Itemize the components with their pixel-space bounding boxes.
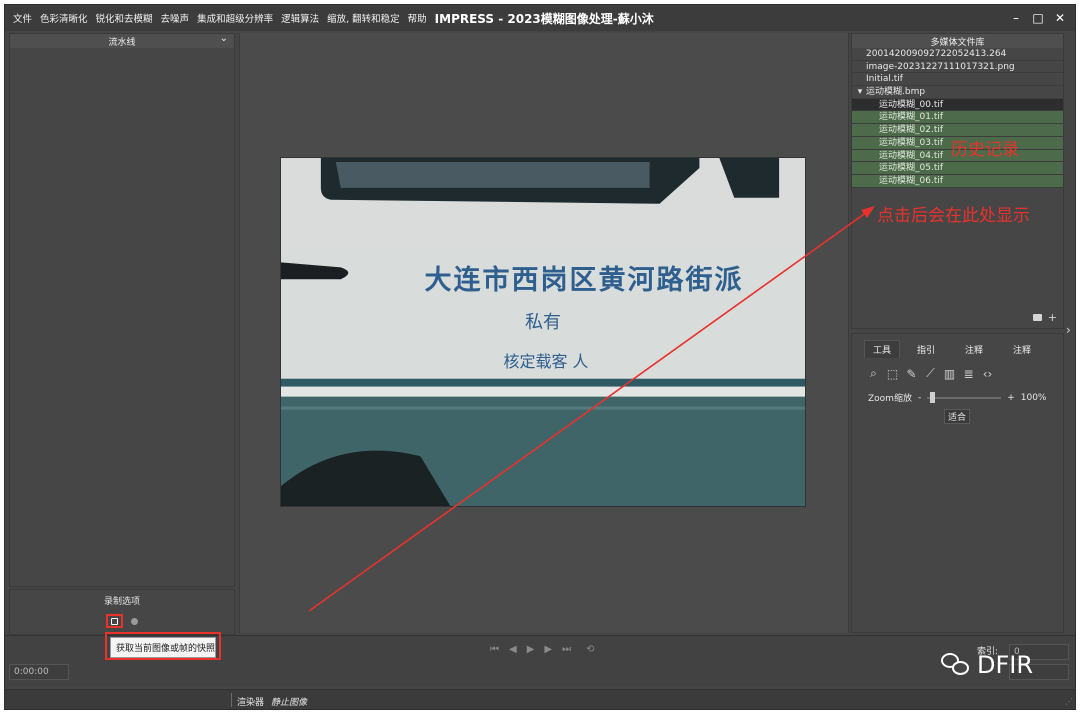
tool-icons: ⌕ ⬚ ✎ ⟋ ▥ ≣ ‹›	[866, 366, 1063, 381]
file-item[interactable]: 200142009092722052413.264	[852, 48, 1063, 61]
tab-annotation-2[interactable]: 注释	[1000, 340, 1044, 358]
folder-label: 运动模糊.bmp	[866, 87, 926, 98]
folder-icon[interactable]	[1032, 314, 1042, 321]
tool-tabs: 工具 指引 注释 注释	[864, 340, 1063, 358]
media-library-panel: 多媒体文件库 200142009092722052413.264 image-2…	[851, 33, 1064, 329]
crop-icon[interactable]: ⬚	[885, 366, 900, 381]
file-item[interactable]: Initial.tif	[852, 73, 1063, 87]
menu-scale[interactable]: 缩放, 翻转和稳定	[327, 11, 400, 25]
time-display: 0:00:00	[9, 664, 69, 680]
history-item[interactable]: 运动模糊_06.tif	[852, 174, 1063, 188]
renderer-label: 渲染器	[237, 698, 265, 708]
tab-tools[interactable]: 工具	[864, 340, 900, 358]
photo-text-line3: 核定载客 人	[503, 352, 589, 371]
menu-sharpen[interactable]: 锐化和去模糊	[96, 11, 153, 25]
tooltip-highlight: 获取当前图像或帧的快照	[105, 632, 221, 660]
fit-button[interactable]: 适合	[944, 409, 970, 424]
app-window: 文件 色彩清晰化 锐化和去模糊 去噪声 集成和超级分辨率 逻辑算法 缩放, 翻转…	[4, 4, 1076, 710]
tab-guides[interactable]: 指引	[904, 340, 948, 358]
ruler-icon[interactable]: ⟋	[923, 366, 938, 381]
window-title: IMPRESS - 2023模糊图像处理-蘇小沐	[434, 11, 654, 26]
pipeline-title: 流水线	[108, 37, 136, 48]
click-show-annotation: 点击后会在此处显示	[877, 206, 1030, 226]
step-forward-icon[interactable]: ▶	[544, 644, 552, 655]
list-icon[interactable]: ≣	[961, 366, 976, 381]
playback-controls: ⏮ ◀ ▶ ▶ ⏭ ⟲	[485, 644, 600, 655]
vehicle-door-photo: 大连市西岗区黄河路街派 私有 核定载客 人	[280, 157, 806, 507]
zoom-slider-track	[927, 396, 1002, 399]
history-item[interactable]: 运动模糊_01.tif	[852, 111, 1063, 125]
record-dot-icon[interactable]	[131, 618, 138, 625]
tab-annotation[interactable]: 注释	[952, 340, 996, 358]
history-item[interactable]: 运动模糊_05.tif	[852, 162, 1063, 175]
zoom-minus[interactable]: -	[918, 393, 921, 403]
media-library-title: 多媒体文件库	[852, 34, 1063, 48]
menu-denoise[interactable]: 去噪声	[161, 11, 190, 25]
menu-color[interactable]: 色彩清晰化	[40, 11, 88, 25]
chevron-down-icon[interactable]: ⌄	[220, 33, 228, 44]
minimize-button[interactable]: –	[1005, 9, 1027, 27]
loop-icon[interactable]: ⟲	[586, 644, 594, 655]
wechat-icon	[941, 653, 971, 677]
photo-text-line2: 私有	[525, 312, 561, 333]
watermark-text: DFIR	[977, 651, 1034, 679]
menu-logic[interactable]: 逻辑算法	[281, 11, 319, 25]
status-bar: 渲染器 静止图像 ⋰	[5, 689, 1075, 709]
history-annotation: 历史记录	[951, 140, 1019, 160]
skip-start-icon[interactable]: ⏮	[490, 644, 499, 655]
divider	[231, 693, 232, 707]
chevron-right-icon[interactable]: ›	[1066, 323, 1071, 337]
pipeline-header[interactable]: 流水线 ⌄	[10, 33, 234, 48]
zoom-plus[interactable]: +	[1007, 393, 1015, 403]
expand-arrow-icon[interactable]: ▾	[854, 86, 866, 99]
add-icon[interactable]: +	[1048, 311, 1057, 324]
histogram-icon[interactable]: ▥	[942, 366, 957, 381]
zoom-slider[interactable]	[927, 391, 1002, 403]
snapshot-tooltip: 获取当前图像或帧的快照	[110, 637, 216, 658]
skip-end-icon[interactable]: ⏭	[562, 644, 571, 655]
play-icon[interactable]: ▶	[527, 644, 535, 655]
zoom-value: 100%	[1020, 392, 1047, 403]
recording-panel: 录制选项	[9, 589, 235, 635]
recording-title: 录制选项	[103, 597, 140, 607]
camera-icon	[111, 617, 118, 625]
history-item-selected[interactable]: 运动模糊_00.tif	[852, 98, 1063, 112]
code-icon[interactable]: ‹›	[980, 366, 995, 381]
zoom-row: Zoom缩放 - + 100%	[868, 391, 1063, 404]
eyedropper-icon[interactable]: ✎	[904, 366, 919, 381]
zoom-label: Zoom缩放	[868, 394, 912, 404]
maximize-button[interactable]: □	[1027, 9, 1049, 27]
menu-help[interactable]: 帮助	[408, 11, 427, 25]
close-button[interactable]: ✕	[1049, 9, 1071, 27]
menu-superres[interactable]: 集成和超级分辨率	[197, 11, 273, 25]
folder-item[interactable]: ▾ 运动模糊.bmp	[852, 86, 1063, 99]
pipeline-panel: 流水线 ⌄	[9, 33, 235, 587]
snapshot-button[interactable]	[106, 614, 123, 628]
watermark: DFIR	[941, 651, 1033, 679]
media-footer: +	[1032, 311, 1057, 324]
renderer-state: 静止图像	[271, 698, 308, 708]
step-back-icon[interactable]: ◀	[509, 644, 517, 655]
zoom-slider-thumb[interactable]	[930, 391, 936, 403]
menu-file[interactable]: 文件	[13, 11, 32, 25]
file-item[interactable]: image-20231227111017321.png	[852, 61, 1063, 74]
zoom-icon[interactable]: ⌕	[866, 366, 881, 381]
menu-bar: 文件 色彩清晰化 锐化和去模糊 去噪声 集成和超级分辨率 逻辑算法 缩放, 翻转…	[5, 5, 1075, 31]
resize-grip-icon[interactable]: ⋰	[1065, 697, 1073, 706]
photo-text-line1: 大连市西岗区黄河路街派	[424, 265, 744, 296]
tools-panel: 工具 指引 注释 注释 ⌕ ⬚ ✎ ⟋ ▥ ≣ ‹› Zoom缩放 - + 10…	[851, 333, 1064, 633]
